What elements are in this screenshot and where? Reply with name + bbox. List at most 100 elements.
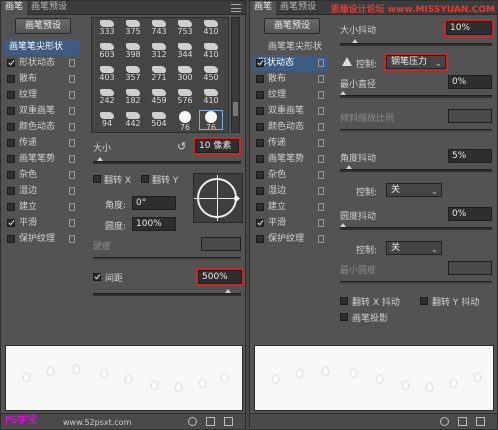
sidebar-item-3[interactable]: 纹理	[252, 87, 328, 103]
option-checkbox[interactable]	[256, 75, 264, 83]
brush-tip[interactable]: 271	[148, 65, 170, 83]
lock-icon[interactable]	[318, 187, 324, 195]
size-jitter-knob[interactable]	[352, 39, 358, 43]
lock-icon[interactable]	[69, 139, 75, 147]
brush-tip[interactable]: 403	[96, 65, 118, 83]
option-checkbox[interactable]	[256, 139, 264, 147]
angle-jitter-input[interactable]: 5%	[448, 149, 492, 163]
sidebar-item-11[interactable]: 平滑	[3, 215, 79, 231]
lock-icon[interactable]	[69, 203, 75, 211]
sidebar-item-1[interactable]: 形状动态	[252, 55, 328, 71]
control2-select[interactable]: 关	[386, 183, 442, 197]
option-checkbox[interactable]	[256, 171, 264, 179]
lock-icon[interactable]	[318, 107, 324, 115]
brush-grid-scrollbar[interactable]	[231, 17, 240, 133]
lock-icon[interactable]	[69, 171, 75, 179]
brush-presets-button[interactable]: 画笔预设	[15, 18, 71, 34]
lock-icon[interactable]	[69, 187, 75, 195]
brush-angle-crosshair[interactable]	[194, 175, 240, 221]
reset-size-icon[interactable]: ↺	[177, 140, 186, 153]
size-jitter-slider[interactable]	[340, 39, 492, 46]
brush-tip[interactable]: 357	[122, 65, 144, 83]
option-checkbox[interactable]	[7, 203, 15, 211]
option-checkbox[interactable]	[256, 91, 264, 99]
option-checkbox[interactable]	[256, 219, 264, 227]
sidebar-item-7[interactable]: 画笔笔势	[252, 151, 328, 167]
lock-icon[interactable]	[69, 107, 75, 115]
lock-icon[interactable]	[318, 123, 324, 131]
flip-y-jitter-checkbox[interactable]	[420, 297, 428, 305]
roundness-jitter-slider[interactable]	[340, 223, 492, 230]
brush-tip[interactable]: 450	[200, 65, 222, 83]
delete-icon[interactable]	[224, 417, 233, 426]
spacing-slider-knob[interactable]	[225, 289, 231, 293]
lock-icon[interactable]	[69, 155, 75, 163]
roundness-jitter-knob[interactable]	[340, 223, 346, 227]
brush-tip[interactable]: 312	[148, 42, 170, 60]
toggle-preview-icon[interactable]	[188, 417, 197, 426]
option-checkbox[interactable]	[7, 75, 15, 83]
size-jitter-input[interactable]: 10%	[444, 19, 494, 37]
sidebar-item-12[interactable]: 保护纹理	[3, 231, 79, 247]
lock-icon[interactable]	[69, 59, 75, 67]
min-diameter-input[interactable]: 0%	[448, 75, 492, 89]
lock-icon[interactable]	[318, 59, 324, 67]
flip-x-checkbox[interactable]	[93, 175, 101, 183]
option-checkbox[interactable]	[256, 187, 264, 195]
sidebar-item-5[interactable]: 颜色动态	[3, 119, 79, 135]
option-checkbox[interactable]	[7, 171, 15, 179]
sidebar-item-3[interactable]: 纹理	[3, 87, 79, 103]
brush-tip[interactable]: 410	[200, 42, 222, 60]
brush-tip[interactable]: 344	[174, 42, 196, 60]
brush-presets-button[interactable]: 画笔预设	[264, 18, 320, 34]
option-checkbox[interactable]	[256, 155, 264, 163]
flip-y-checkbox[interactable]	[141, 175, 149, 183]
option-checkbox[interactable]	[7, 139, 15, 147]
brush-projection-checkbox[interactable]	[340, 313, 348, 321]
brush-tip[interactable]: 242	[96, 88, 118, 106]
lock-icon[interactable]	[318, 235, 324, 243]
option-checkbox[interactable]	[7, 187, 15, 195]
sidebar-item-4[interactable]: 双重画笔	[3, 103, 79, 119]
brush-tip[interactable]: 603	[96, 42, 118, 60]
lock-icon[interactable]	[69, 219, 75, 227]
brush-tip[interactable]: 459	[148, 88, 170, 106]
sidebar-item-2[interactable]: 散布	[3, 71, 79, 87]
option-checkbox[interactable]	[256, 123, 264, 131]
brush-tip[interactable]: 442	[122, 111, 144, 129]
panel-menu-icon[interactable]	[231, 4, 241, 12]
lock-icon[interactable]	[69, 75, 75, 83]
size-slider-knob[interactable]	[97, 157, 103, 161]
size-slider[interactable]	[93, 157, 241, 164]
angle-jitter-knob[interactable]	[346, 165, 352, 169]
delete-icon[interactable]	[476, 417, 485, 426]
brush-tip[interactable]: 410	[200, 88, 222, 106]
new-brush-icon[interactable]	[206, 417, 215, 426]
sidebar-item-9[interactable]: 湿边	[252, 183, 328, 199]
option-checkbox[interactable]	[256, 59, 264, 67]
option-checkbox[interactable]	[256, 203, 264, 211]
sidebar-item-6[interactable]: 传递	[252, 135, 328, 151]
brush-tip[interactable]: 76	[199, 110, 223, 132]
scroll-thumb[interactable]	[233, 102, 238, 116]
sidebar-item-11[interactable]: 平滑	[252, 215, 328, 231]
lock-icon[interactable]	[318, 139, 324, 147]
min-diameter-knob[interactable]	[340, 91, 346, 95]
roundness-input[interactable]: 100%	[132, 217, 176, 231]
tab-brush-presets[interactable]: 画笔预设	[27, 1, 71, 15]
brush-tip[interactable]: 76	[174, 111, 196, 132]
sidebar-item-10[interactable]: 建立	[252, 199, 328, 215]
sidebar-item-5[interactable]: 颜色动态	[252, 119, 328, 135]
option-checkbox[interactable]	[7, 91, 15, 99]
sidebar-item-6[interactable]: 传递	[3, 135, 79, 151]
lock-icon[interactable]	[318, 219, 324, 227]
spacing-input[interactable]: 500%	[196, 268, 244, 286]
brush-tip[interactable]: 753	[174, 19, 196, 37]
lock-icon[interactable]	[69, 91, 75, 99]
roundness-jitter-input[interactable]: 0%	[448, 207, 492, 221]
flip-x-jitter-checkbox[interactable]	[340, 297, 348, 305]
option-checkbox[interactable]	[256, 107, 264, 115]
sidebar-item-8[interactable]: 杂色	[3, 167, 79, 183]
lock-icon[interactable]	[318, 75, 324, 83]
angle-input[interactable]: 0°	[132, 196, 176, 210]
